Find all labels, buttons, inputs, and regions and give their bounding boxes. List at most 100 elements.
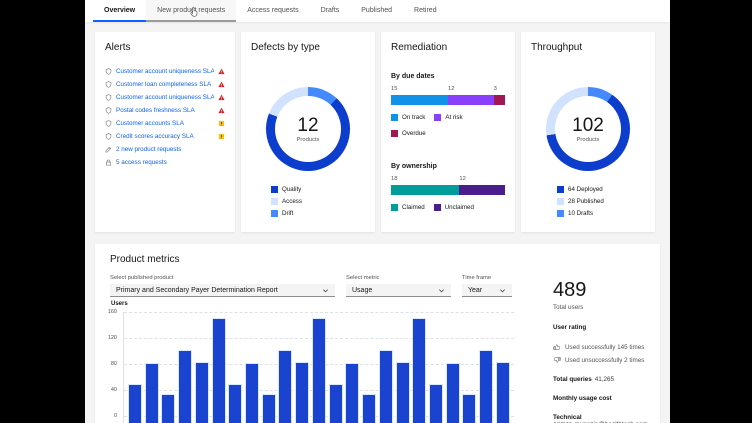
- tab-retired[interactable]: Retired: [403, 0, 448, 22]
- caution-warning-icon: [218, 133, 225, 140]
- alert-label: Customer account uniqueness SLA: [116, 94, 214, 101]
- bar-20: [447, 364, 459, 423]
- tab-new-product-requests[interactable]: New product requests: [146, 0, 236, 22]
- alert-label: Postal codes freshness SLA: [116, 107, 214, 114]
- alert-label: Customer account uniqueness SLA: [116, 68, 214, 75]
- defects-by-type-card: Defects by type 12 Products QualityAcces…: [241, 32, 375, 232]
- used-unsuccessfully-row: Used unsuccessfully 2 times: [553, 356, 657, 364]
- y-tick-40: 40: [111, 387, 117, 393]
- y-tick-80: 80: [111, 361, 117, 367]
- bar-9: [263, 395, 275, 423]
- dropdown-value: Usage: [352, 287, 372, 294]
- legend-swatch: [557, 198, 564, 205]
- filter-select-metric: Select metricUsage: [346, 275, 451, 297]
- legend-swatch: [271, 210, 278, 217]
- legend-item-claimed: Claimed: [391, 204, 425, 211]
- filter-select-published-product: Select published productPrimary and Seco…: [110, 275, 335, 297]
- bar-23: [497, 363, 509, 423]
- alert-label: 2 new product requests: [116, 146, 225, 153]
- bar-6: [213, 319, 225, 423]
- y-tick-160: 160: [108, 309, 117, 315]
- legend-label: Access: [282, 198, 302, 205]
- remediation-groups: By due dates15123On trackAt riskOverdueB…: [391, 73, 505, 211]
- throughput-count: 102: [572, 116, 604, 135]
- bar-segment-unclaimed: [459, 185, 505, 195]
- dropdown-time-frame[interactable]: Year: [462, 284, 512, 297]
- alert-item-customer-loan-completeness-sla[interactable]: Customer loan completeness SLA: [105, 78, 225, 91]
- tab-overview[interactable]: Overview: [93, 0, 146, 22]
- used-unsuccessfully-text: Used unsuccessfully 2 times: [565, 357, 644, 364]
- segment-value: 18: [391, 176, 397, 182]
- user-rating-label: User rating: [553, 324, 657, 331]
- tab-drafts[interactable]: Drafts: [310, 0, 351, 22]
- alert-item-customer-account-uniqueness-sla[interactable]: Customer account uniqueness SLA: [105, 65, 225, 78]
- legend-swatch: [434, 114, 441, 121]
- legend-label: Quality: [282, 186, 301, 193]
- alert-item-credit-scores-accuracy-sla[interactable]: Credit scores accuracy SLA: [105, 130, 225, 143]
- caution-warning-icon: [218, 120, 225, 127]
- throughput-donut-chart: 102 Products: [546, 87, 630, 171]
- shield-icon: [105, 68, 112, 75]
- alert-item-postal-codes-freshness-sla[interactable]: Postal codes freshness SLA: [105, 104, 225, 117]
- stacked-bar-legend: On track At risk Overdue: [391, 114, 505, 137]
- bar-21: [463, 395, 475, 423]
- bar-1: [129, 385, 141, 423]
- dropdown-select-metric[interactable]: Usage: [346, 284, 451, 297]
- filter-time-frame: Time frameYear: [462, 275, 512, 297]
- legend-item-10-drafts: 10 Drafts: [557, 210, 645, 217]
- legend-swatch: [557, 186, 564, 193]
- y-tick-120: 120: [108, 335, 117, 341]
- monthly-usage-cost-label: Monthly usage cost: [553, 395, 612, 402]
- legend-label: On track: [402, 114, 425, 121]
- dropdown-select-published-product[interactable]: Primary and Secondary Payer Determinatio…: [110, 284, 335, 297]
- segment-value: 12: [448, 86, 454, 92]
- bar-17: [397, 363, 409, 423]
- chevron-down-icon: [322, 287, 329, 294]
- critical-warning-icon: [218, 81, 225, 88]
- defects-legend: Quality Access Drift: [271, 186, 365, 217]
- alert-label: Customer loan completeness SLA: [116, 81, 214, 88]
- segment-value: 3: [494, 86, 497, 92]
- legend-item-unclaimed: Unclaimed: [434, 204, 474, 211]
- throughput-legend: 64 Deployed28 Published10 Drafts: [557, 186, 645, 217]
- total-queries-value: 41,265: [595, 376, 614, 383]
- bar-5: [196, 363, 208, 423]
- shield-icon: [105, 81, 112, 88]
- legend-label: At risk: [445, 114, 462, 121]
- remediation-group-by-ownership: By ownership1812ClaimedUnclaimed: [391, 163, 505, 211]
- alert-item-2-new-product-requests[interactable]: 2 new product requests: [105, 143, 225, 156]
- bar-12: [313, 319, 325, 423]
- legend-item-overdue: Overdue: [391, 130, 426, 137]
- bar-10: [279, 351, 291, 423]
- legend-item-drift: Drift: [271, 210, 365, 217]
- y-tick-0: 0: [114, 413, 117, 419]
- legend-label: Claimed: [402, 204, 425, 211]
- alert-item-customer-accounts-sla[interactable]: Customer accounts SLA: [105, 117, 225, 130]
- tab-access-requests[interactable]: Access requests: [236, 0, 309, 22]
- remediation-title: Remediation: [391, 42, 505, 53]
- alert-label: Customer accounts SLA: [116, 120, 214, 127]
- shield-icon: [105, 94, 112, 101]
- shield-icon: [105, 133, 112, 140]
- total-users-label: Total users: [553, 304, 657, 311]
- tab-published[interactable]: Published: [350, 0, 403, 22]
- dropdown-value: Primary and Secondary Payer Determinatio…: [116, 287, 278, 294]
- used-successfully-text: Used successfully 145 times: [565, 344, 644, 351]
- defects-donut-center: 12 Products: [266, 87, 350, 171]
- legend-label: Overdue: [402, 130, 426, 137]
- thumbs-down-icon: [553, 356, 561, 364]
- defects-count-label: Products: [297, 137, 320, 143]
- alert-item-customer-account-uniqueness-sla[interactable]: Customer account uniqueness SLA: [105, 91, 225, 104]
- alerts-list: Customer account uniqueness SLA Customer …: [105, 65, 225, 169]
- bar-11: [296, 363, 308, 423]
- bar-13: [330, 385, 342, 423]
- legend-swatch: [434, 204, 441, 211]
- remediation-group-by-due-dates: By due dates15123On trackAt riskOverdue: [391, 73, 505, 137]
- filters-row: Select published productPrimary and Seco…: [110, 275, 512, 297]
- legend-swatch: [391, 130, 398, 137]
- usage-bar-chart: [123, 312, 514, 423]
- chevron-down-icon: [438, 287, 445, 294]
- alert-item-5-access-requests[interactable]: 5 access requests: [105, 156, 225, 169]
- bar-segment-at-risk: [448, 95, 494, 105]
- bar-7: [229, 385, 241, 423]
